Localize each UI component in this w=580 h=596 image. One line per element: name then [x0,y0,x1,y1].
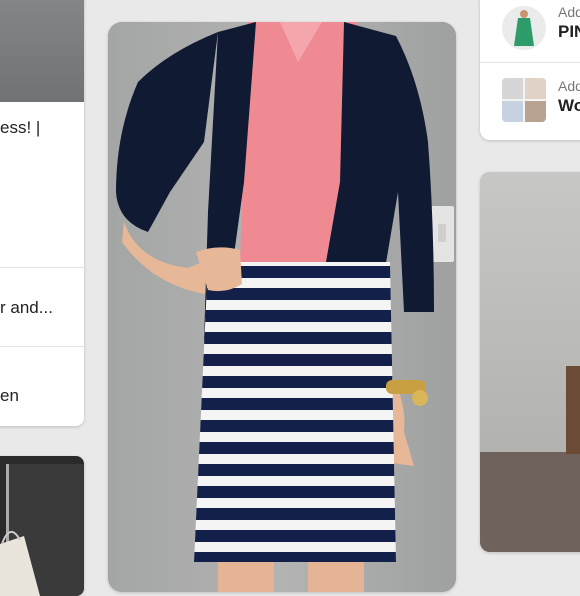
board-option-row[interactable]: Add PIN [480,0,580,62]
left-pin-image [0,0,84,102]
shopping-bag-icon [0,531,40,596]
collage-thumbnail [502,78,546,122]
chair-image [566,366,580,454]
divider [0,346,84,347]
left-pin-description: ess! | [0,118,41,137]
left-pin-image-bottom[interactable] [0,456,84,596]
green-dress-icon [502,6,546,50]
dress-thumbnail [502,6,546,50]
divider [480,62,580,63]
floor-image [480,452,580,552]
left-pin-board-title[interactable]: r and... [0,298,53,318]
collage-icon [502,78,546,122]
board-name: PIN [558,22,580,41]
board-name: Wo [558,96,580,115]
board-option-row[interactable]: Add Wo [480,64,580,136]
main-pin-image[interactable] [108,22,456,592]
add-label: Add [558,4,580,20]
outfit-photo [108,22,456,592]
left-pin-card[interactable]: ess! | r and... en [0,0,84,426]
right-pin-image[interactable] [480,172,580,552]
add-label: Add [558,78,580,94]
divider [0,267,84,268]
left-pin-board-option[interactable]: en [0,386,19,406]
wall-image [480,172,580,452]
right-board-card[interactable]: Add PIN Add Wo [480,0,580,140]
